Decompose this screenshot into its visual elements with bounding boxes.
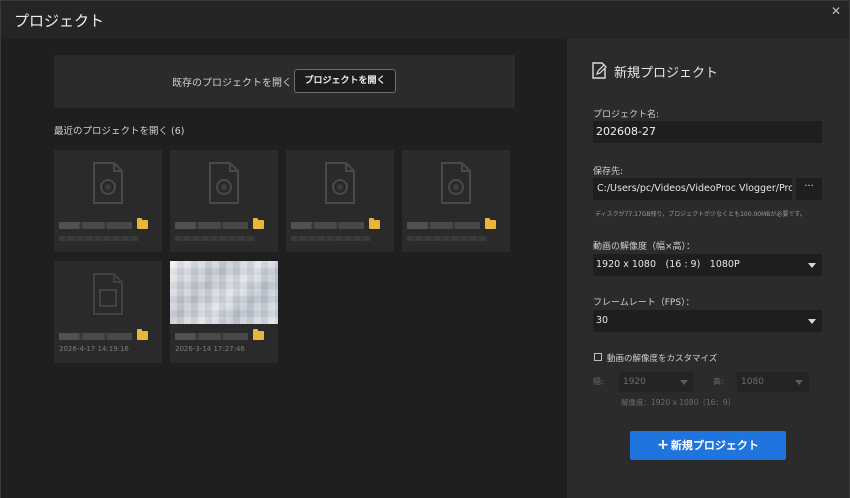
project-date-obscured <box>59 236 139 241</box>
project-date-obscured <box>407 236 487 241</box>
folder-icon[interactable] <box>137 218 148 229</box>
folder-icon[interactable] <box>253 329 264 340</box>
save-path-field[interactable]: C:/Users/pc/Videos/VideoProc Vlogger/Pro… <box>593 178 792 200</box>
resolution-note: 解像度：1920 x 1080（16：9） <box>621 398 736 407</box>
customize-resolution-label: 動画の解像度をカスタマイズ <box>607 354 718 364</box>
chevron-down-icon <box>795 380 803 385</box>
plus-icon: + <box>657 437 669 453</box>
recent-count: (6) <box>171 126 185 137</box>
recent-project-card[interactable] <box>54 150 162 252</box>
project-name-obscured <box>175 222 248 229</box>
project-date: 2026-4-17 14:19:16 <box>59 345 129 353</box>
recent-title-label: 最近のプロジェクトを開く <box>54 126 169 137</box>
recent-projects-title: 最近のプロジェクトを開く (6) <box>54 123 185 137</box>
project-date-obscured <box>175 236 255 241</box>
framerate-select[interactable]: 30 <box>593 310 822 332</box>
project-file-icon <box>325 162 355 204</box>
project-date-obscured <box>291 236 371 241</box>
project-file-icon <box>93 162 123 204</box>
width-label: 幅: <box>593 377 604 386</box>
project-window: プロジェクト ✕ 既存のプロジェクトを開く プロジェクトを開く 最近のプロジェク… <box>0 0 850 498</box>
project-name-obscured <box>59 222 132 229</box>
height-label: 高: <box>713 377 724 386</box>
recent-project-card[interactable] <box>286 150 394 252</box>
project-name-obscured <box>175 333 248 340</box>
resolution-value: 1920 x 1080 (16 : 9) 1080P <box>596 259 740 270</box>
create-project-button[interactable]: + 新規プロジェクト <box>630 431 786 460</box>
project-name-obscured <box>291 222 364 229</box>
browse-button[interactable]: ··· <box>796 178 822 200</box>
project-file-icon <box>209 162 239 204</box>
project-name-input[interactable]: 202608-27 <box>593 121 822 143</box>
new-project-header: 新規プロジェクト <box>614 66 719 81</box>
framerate-label: フレームレート（FPS）： <box>593 298 695 308</box>
project-name-obscured <box>407 222 480 229</box>
folder-icon[interactable] <box>485 218 496 229</box>
title-bar: プロジェクト ✕ <box>1 1 849 39</box>
open-existing-text: 既存のプロジェクトを開く <box>172 78 292 89</box>
new-project-panel: 新規プロジェクト プロジェクト名: 202608-27 保存先: C:/User… <box>567 39 849 498</box>
recent-projects-panel: 既存のプロジェクトを開く プロジェクトを開く 最近のプロジェクトを開く (6) <box>1 39 567 498</box>
project-name-obscured <box>59 333 132 340</box>
height-select[interactable]: 1080 <box>737 372 809 392</box>
save-location-label: 保存先: <box>593 167 624 177</box>
width-select[interactable]: 1920 <box>619 372 694 392</box>
resolution-select[interactable]: 1920 x 1080 (16 : 9) 1080P <box>593 254 822 276</box>
folder-icon[interactable] <box>253 218 264 229</box>
resolution-label: 動画の解像度（幅×高）： <box>593 242 696 252</box>
recent-project-card[interactable] <box>170 150 278 252</box>
project-file-icon <box>441 162 471 204</box>
open-existing-bar: 既存のプロジェクトを開く プロジェクトを開く <box>54 55 515 108</box>
width-value: 1920 <box>623 377 646 387</box>
framerate-value: 30 <box>596 315 609 326</box>
project-name-label: プロジェクト名: <box>593 110 660 120</box>
height-value: 1080 <box>741 377 764 387</box>
missing-file-icon <box>93 273 123 315</box>
window-title: プロジェクト <box>14 12 105 30</box>
create-project-label: 新規プロジェクト <box>670 439 759 452</box>
disk-space-note: ディスクが77.17GB残り，プロジェクトが少なくとも100.00MBが必要です… <box>595 211 806 218</box>
close-icon[interactable]: ✕ <box>831 4 841 18</box>
folder-icon[interactable] <box>137 329 148 340</box>
chevron-down-icon <box>808 319 816 324</box>
project-date: 2026-3-14 17:27:46 <box>175 345 245 353</box>
recent-project-card[interactable]: 2026-4-17 14:19:16 <box>54 261 162 363</box>
customize-resolution-checkbox[interactable] <box>594 353 602 361</box>
project-thumbnail-image <box>170 261 278 324</box>
folder-icon[interactable] <box>369 218 380 229</box>
chevron-down-icon <box>680 380 688 385</box>
chevron-down-icon <box>808 263 816 268</box>
recent-project-card[interactable] <box>402 150 510 252</box>
recent-project-card[interactable]: 2026-3-14 17:27:46 <box>170 261 278 363</box>
new-project-icon <box>592 62 607 79</box>
open-project-button[interactable]: プロジェクトを開く <box>294 69 396 93</box>
